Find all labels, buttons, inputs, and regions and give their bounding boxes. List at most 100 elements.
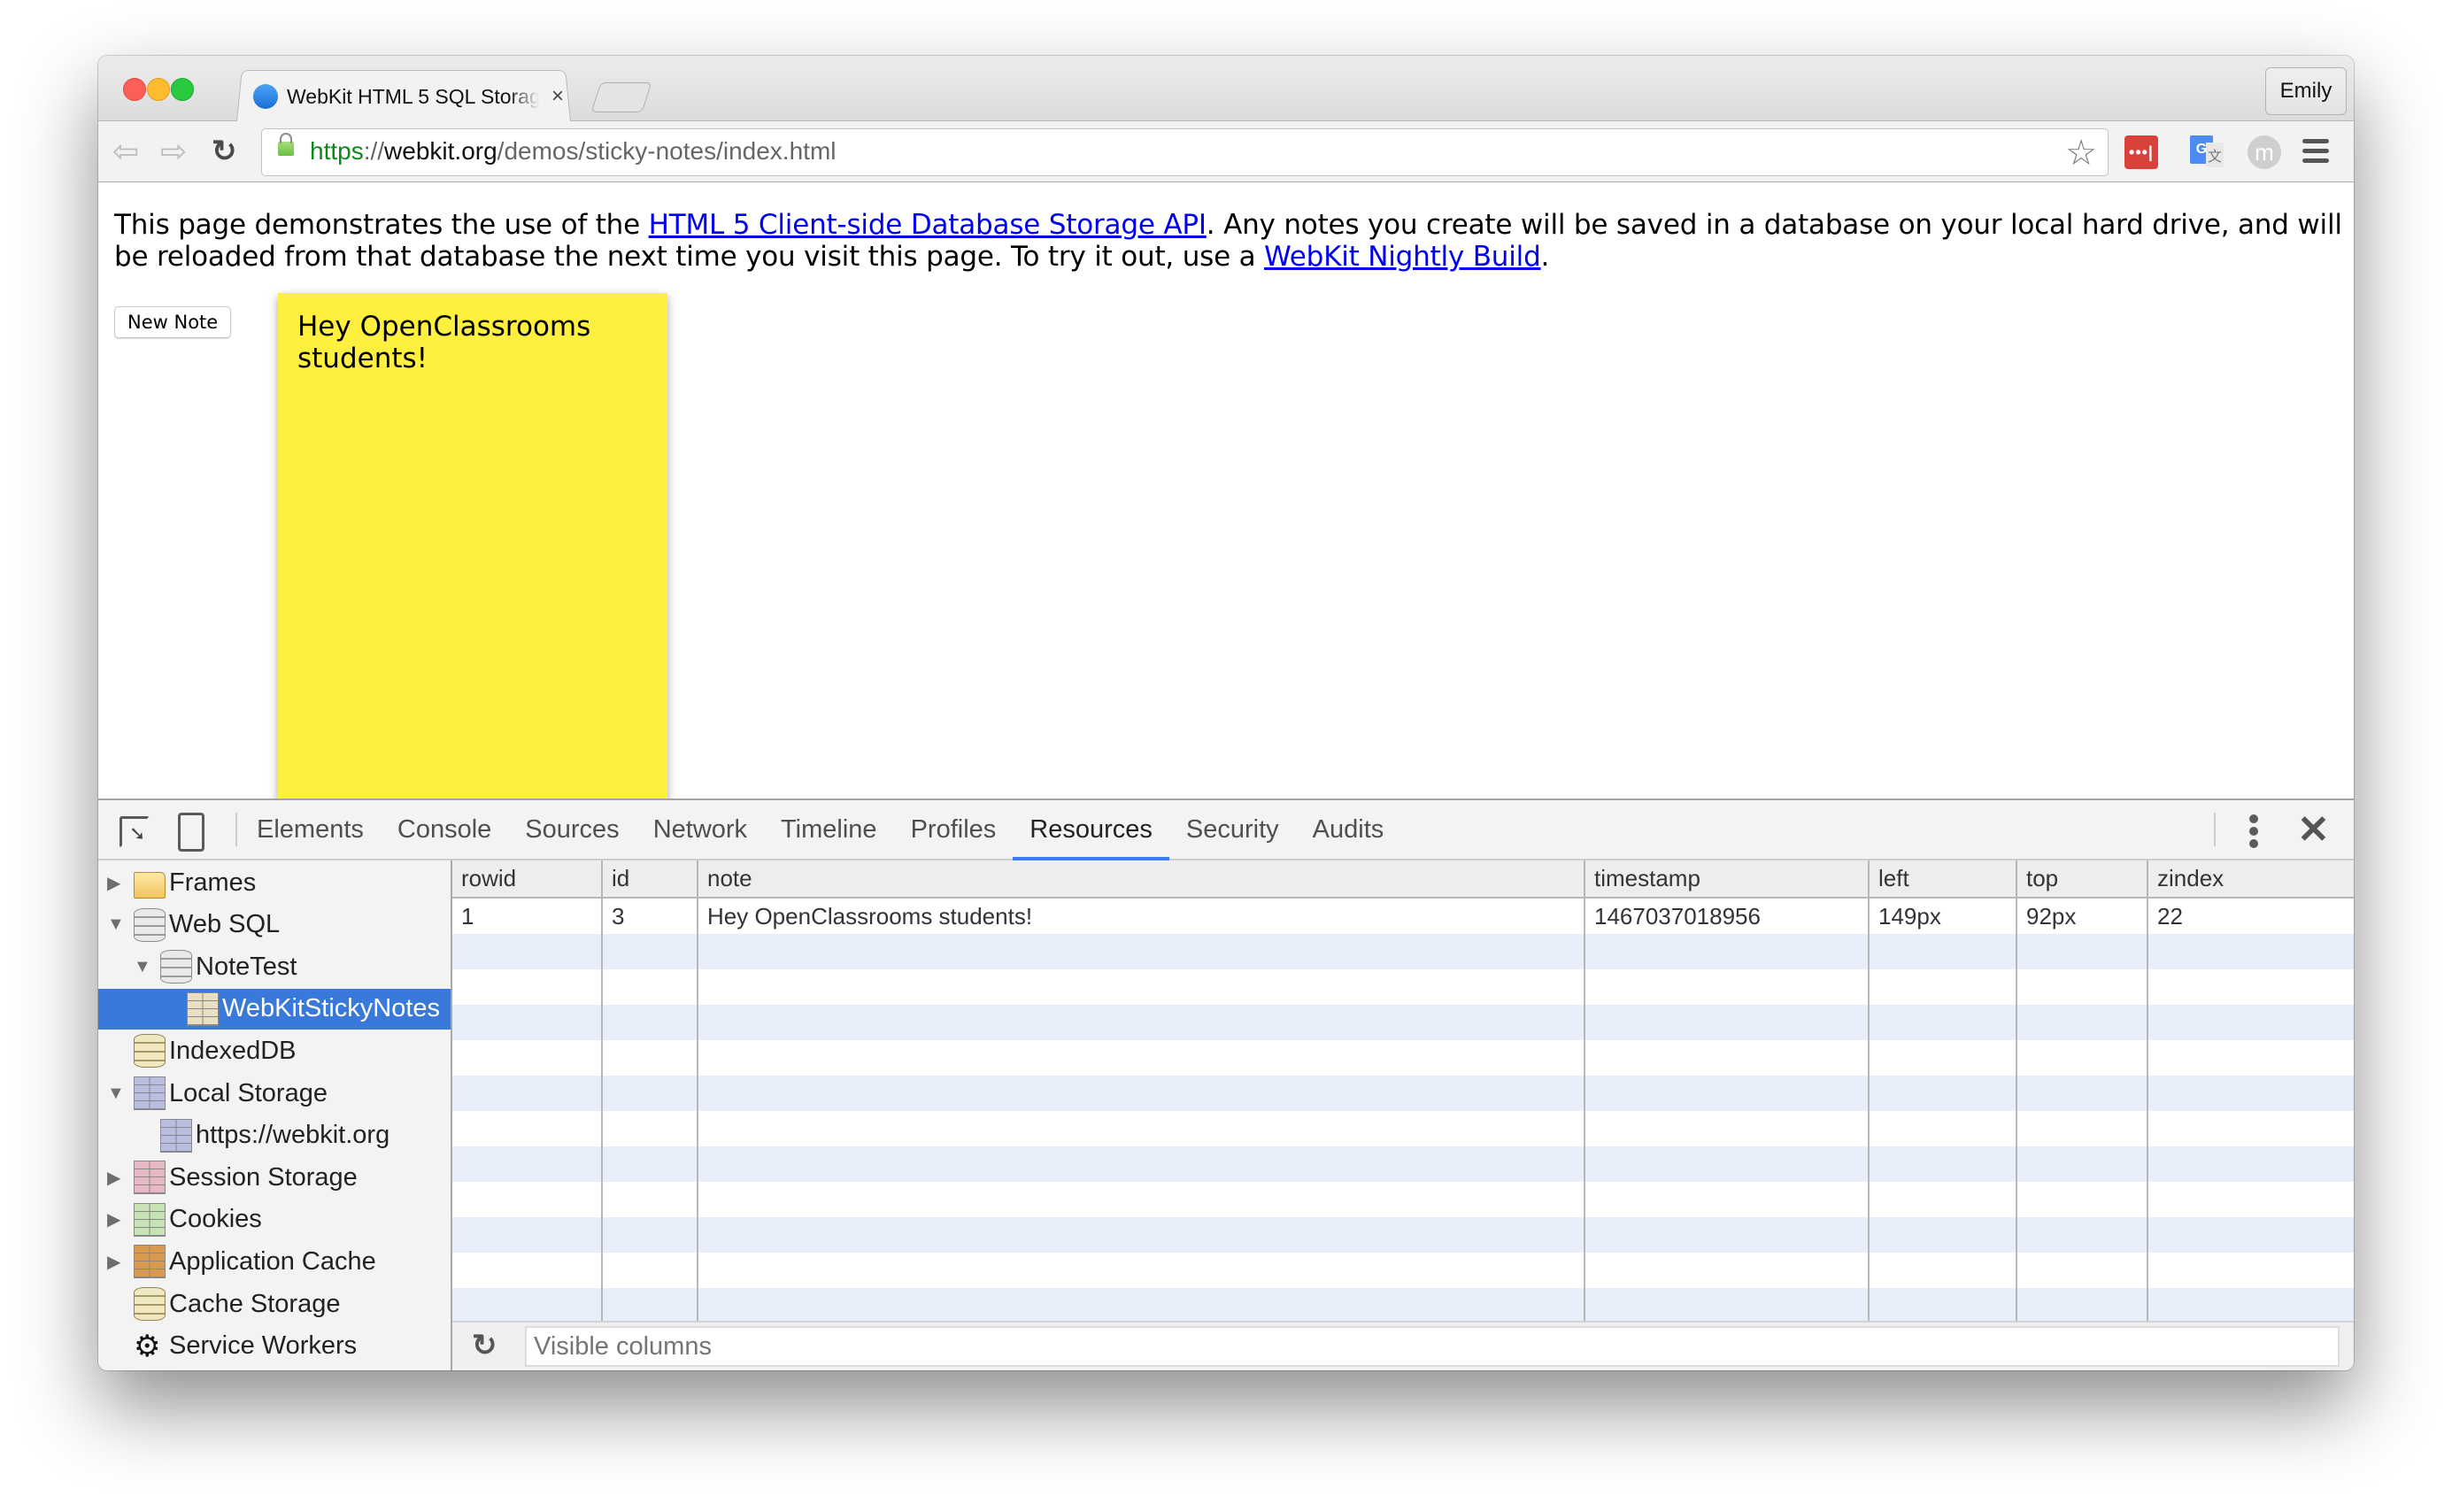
cell-top[interactable]: 92px xyxy=(2017,899,2148,934)
expanded-arrow-icon[interactable]: ▼ xyxy=(107,1084,125,1104)
cell-rowid[interactable]: 1 xyxy=(452,899,603,934)
translate-char-glyph: 文 xyxy=(2206,143,2224,167)
column-header-zindex[interactable]: zindex xyxy=(2148,860,2354,897)
cell-note[interactable]: Hey OpenClassrooms students! xyxy=(698,899,1585,934)
column-divider[interactable] xyxy=(1868,860,1870,1321)
visible-columns-input[interactable] xyxy=(525,1326,2340,1367)
empty-table-row xyxy=(452,1111,2354,1146)
sidebar-item-notetest[interactable]: ▼ NoteTest xyxy=(98,946,451,987)
empty-table-row xyxy=(452,969,2354,1005)
new-note-button[interactable]: New Note xyxy=(114,306,232,338)
empty-table-row xyxy=(452,1288,2354,1321)
sidebar-item-web-sql[interactable]: ▼ Web SQL xyxy=(98,905,451,945)
address-bar[interactable]: https://webkit.org/demos/sticky-notes/in… xyxy=(261,128,2109,176)
tab-elements[interactable]: Elements xyxy=(240,800,381,859)
back-arrow-icon[interactable]: ⇦ xyxy=(112,134,139,169)
collapsed-arrow-icon[interactable]: ▶ xyxy=(107,1208,120,1230)
column-header-rowid[interactable]: rowid xyxy=(452,860,603,897)
cell-left[interactable]: 149px xyxy=(1870,899,2017,934)
forward-arrow-icon[interactable]: ⇨ xyxy=(160,134,187,169)
collapsed-arrow-icon[interactable]: ▶ xyxy=(107,1167,120,1189)
cell-timestamp[interactable]: 1467037018956 xyxy=(1585,899,1870,934)
sidebar-item-label: NoteTest xyxy=(196,952,297,981)
column-divider[interactable] xyxy=(2147,860,2148,1321)
column-header-id[interactable]: id xyxy=(603,860,698,897)
reload-icon[interactable]: ↻ xyxy=(212,134,237,169)
sidebar-item-label: Session Storage xyxy=(169,1162,358,1192)
sidebar-item-webkitstickynotes[interactable]: WebKitStickyNotes xyxy=(98,988,451,1030)
expanded-arrow-icon[interactable]: ▼ xyxy=(134,957,151,977)
sidebar-item-local-storage[interactable]: ▼ Local Storage xyxy=(98,1073,451,1114)
sidebar-item-service-workers[interactable]: ⚙ Service Workers xyxy=(98,1326,451,1367)
lastpass-extension-icon[interactable]: •••| xyxy=(2124,135,2158,169)
resources-sidebar: ▶ Frames ▼ Web SQL ▼ NoteTest WebKitStickyNote… xyxy=(98,860,452,1370)
data-grid: rowid id note timestamp left top zindex 1 3 Hey … xyxy=(452,860,2354,1321)
empty-table-row xyxy=(452,1040,2354,1076)
grid-footer: ↻ xyxy=(452,1321,2354,1370)
database-api-link[interactable]: HTML 5 Client-side Database Storage API xyxy=(649,209,1207,241)
sidebar-item-https-webkit-org[interactable]: https://webkit.org xyxy=(98,1115,451,1156)
column-divider[interactable] xyxy=(2016,860,2017,1321)
devtools-panel: ElementsConsoleSourcesNetworkTimelinePro… xyxy=(98,798,2354,1370)
table-icon xyxy=(134,1076,166,1110)
refresh-icon[interactable]: ↻ xyxy=(472,1328,497,1363)
devtools-tab-bar: ElementsConsoleSourcesNetworkTimelinePro… xyxy=(98,800,2354,860)
devtools-tabs: Elements Console Sources Network Timeline Pro… xyxy=(240,800,1401,860)
column-divider[interactable] xyxy=(1584,860,1585,1321)
sticky-note[interactable]: Hey OpenClassrooms students! xyxy=(278,293,667,798)
gears-icon: ⚙ xyxy=(134,1329,161,1363)
sidebar-item-session-storage[interactable]: ▶ Session Storage xyxy=(98,1157,451,1198)
sidebar-item-cookies[interactable]: ▶ Cookies xyxy=(98,1200,451,1240)
empty-table-row xyxy=(452,1076,2354,1111)
intro-paragraph: This page demonstrates the use of the HT… xyxy=(114,209,2345,273)
sidebar-item-label: Cookies xyxy=(169,1205,262,1234)
more-options-icon[interactable] xyxy=(2249,814,2260,852)
webkit-nightly-link[interactable]: WebKit Nightly Build xyxy=(1264,241,1541,273)
tab-console[interactable]: Console xyxy=(381,800,508,859)
column-divider[interactable] xyxy=(697,860,698,1321)
tab-network[interactable]: Network xyxy=(636,800,764,859)
column-divider[interactable] xyxy=(601,860,603,1321)
m-extension-icon[interactable]: m xyxy=(2248,135,2281,169)
tab-close-icon[interactable]: × xyxy=(551,84,564,109)
profile-button[interactable]: Emily xyxy=(2265,67,2347,115)
close-devtools-icon[interactable]: ✕ xyxy=(2297,807,2330,852)
sticky-note-text[interactable]: Hey OpenClassrooms students! xyxy=(297,311,634,374)
browser-tab[interactable]: WebKit HTML 5 SQL Storage Notes Demo × xyxy=(253,75,564,118)
table-row[interactable]: 1 3 Hey OpenClassrooms students! 1467037018… xyxy=(452,899,2354,934)
cell-zindex[interactable]: 22 xyxy=(2148,899,2354,934)
tab-timeline[interactable]: Timeline xyxy=(764,800,894,859)
sidebar-item-frames[interactable]: ▶ Frames xyxy=(98,862,451,903)
sidebar-item-label: IndexedDB xyxy=(169,1036,297,1065)
sidebar-item-indexeddb[interactable]: IndexedDB xyxy=(98,1030,451,1071)
url-host: webkit.org xyxy=(384,137,497,165)
device-mode-icon[interactable] xyxy=(178,813,204,852)
bookmark-star-icon[interactable]: ☆ xyxy=(2065,133,2097,174)
expanded-arrow-icon[interactable]: ▼ xyxy=(107,914,125,935)
tab-sources[interactable]: Sources xyxy=(508,800,636,859)
column-header-note[interactable]: note xyxy=(698,860,1585,897)
inspect-element-icon[interactable] xyxy=(120,816,150,848)
column-header-left[interactable]: left xyxy=(1870,860,2017,897)
new-tab-button[interactable] xyxy=(590,82,652,112)
cell-id[interactable]: 3 xyxy=(603,899,698,934)
collapsed-arrow-icon[interactable]: ▶ xyxy=(107,872,120,894)
tab-strip: WebKit HTML 5 SQL Storage Notes Demo × E… xyxy=(98,56,2354,121)
tab-audits[interactable]: Audits xyxy=(1296,800,1401,859)
close-window-button[interactable] xyxy=(123,78,146,101)
minimize-window-button[interactable] xyxy=(147,78,170,101)
column-header-timestamp[interactable]: timestamp xyxy=(1585,860,1870,897)
column-header-top[interactable]: top xyxy=(2017,860,2148,897)
table-icon xyxy=(134,1245,166,1279)
sidebar-item-application-cache[interactable]: ▶ Application Cache xyxy=(98,1241,451,1282)
tab-security[interactable]: Security xyxy=(1169,800,1296,859)
tab-resources[interactable]: Resources xyxy=(1013,800,1169,860)
hamburger-menu-icon[interactable] xyxy=(2302,139,2329,168)
zoom-window-button[interactable] xyxy=(171,78,194,101)
database-icon xyxy=(160,950,192,984)
tab-profiles[interactable]: Profiles xyxy=(894,800,1014,859)
collapsed-arrow-icon[interactable]: ▶ xyxy=(107,1251,120,1273)
google-translate-extension-icon[interactable]: G 文 xyxy=(2190,135,2224,169)
url-text[interactable]: https://webkit.org/demos/sticky-notes/in… xyxy=(310,137,836,166)
sidebar-item-cache-storage[interactable]: Cache Storage xyxy=(98,1284,451,1324)
